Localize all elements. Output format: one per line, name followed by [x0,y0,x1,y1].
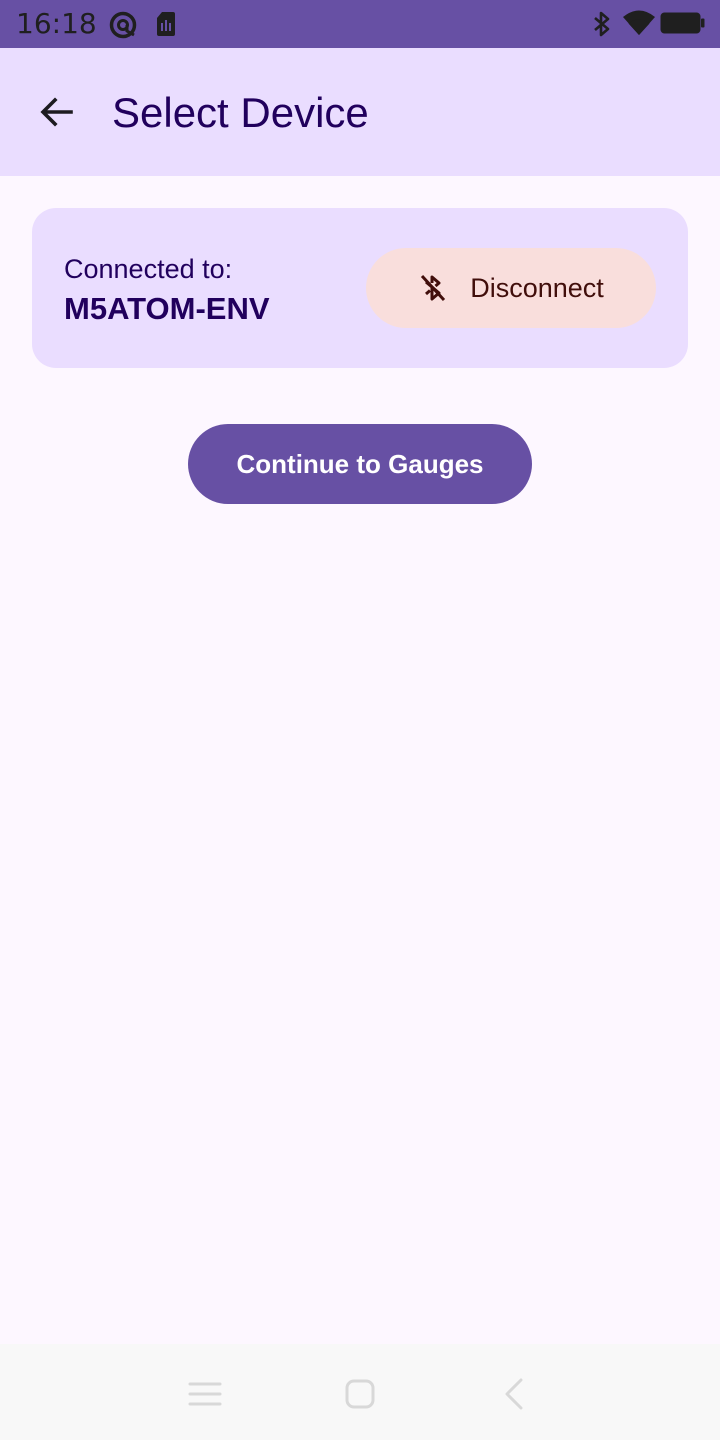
home-button[interactable] [338,1372,382,1416]
wifi-icon [623,10,655,35]
continue-label: Continue to Gauges [236,449,484,479]
top-app-bar: Select Device [0,48,720,176]
back-button[interactable] [24,80,88,144]
disconnect-button[interactable]: Disconnect [366,248,656,328]
bluetooth-disabled-icon [421,274,446,302]
continue-to-gauges-button[interactable]: Continue to Gauges [188,424,532,504]
status-time: 16:18 [16,7,97,40]
status-bar: 16:18 [0,0,720,48]
connected-device-card: Connected to: M5ATOM-ENV Disconnect [32,208,688,368]
disconnect-label: Disconnect [470,273,604,303]
system-back-button[interactable] [492,1372,536,1416]
back-icon [505,1378,523,1410]
recent-apps-button[interactable] [183,1372,227,1416]
system-nav-bar [0,1344,720,1440]
sim-card-icon [157,12,175,36]
connected-to-label: Connected to: [64,254,233,284]
device-name: M5ATOM-ENV [64,291,270,326]
arrow-back-icon [40,97,73,127]
battery-icon [660,12,705,34]
menu-icon [188,1382,222,1406]
home-icon [345,1379,375,1409]
page-title: Select Device [112,89,369,136]
at-sync-icon [109,11,137,39]
bluetooth-icon [594,11,610,37]
